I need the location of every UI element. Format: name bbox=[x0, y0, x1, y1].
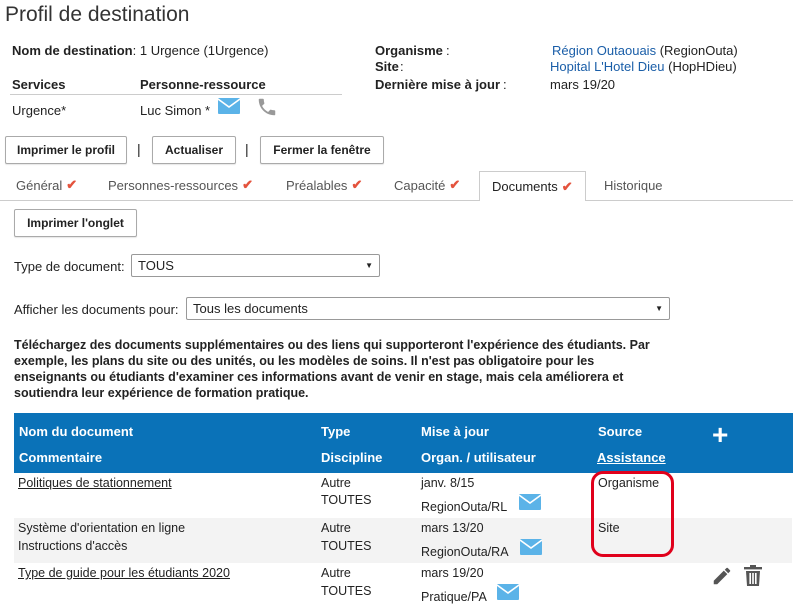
check-icon: ✔ bbox=[351, 177, 363, 192]
col-name: Nom du document bbox=[19, 424, 134, 439]
tab-general[interactable]: Général ✔ bbox=[16, 170, 77, 200]
tab-label: Préalables bbox=[286, 177, 348, 193]
site-link[interactable]: Hopital L'Hotel Dieu bbox=[550, 59, 665, 74]
site-label: Site bbox=[375, 59, 399, 74]
organisme-colon: : bbox=[446, 43, 450, 58]
document-link[interactable]: Type de guide pour les étudiants 2020 bbox=[18, 566, 230, 580]
doc-date: janv. 8/15 bbox=[421, 476, 475, 490]
col-org-user: Organ. / utilisateur bbox=[421, 450, 536, 465]
tab-label: Historique bbox=[604, 177, 663, 193]
print-tab-button[interactable]: Imprimer l'onglet bbox=[14, 209, 137, 237]
pencil-icon[interactable] bbox=[711, 565, 733, 587]
separator: | bbox=[137, 141, 141, 157]
destination-label: Nom de destination bbox=[12, 43, 133, 58]
col-discipline: Discipline bbox=[321, 450, 383, 465]
dropdown-arrow-icon: ▼ bbox=[655, 304, 663, 313]
type-select[interactable]: TOUS ▼ bbox=[131, 254, 380, 277]
col-source: Source bbox=[598, 424, 643, 439]
organisme-label: Organisme bbox=[375, 43, 443, 58]
close-window-button[interactable]: Fermer la fenêtre bbox=[260, 136, 384, 164]
contact-header: Personne-ressource bbox=[140, 77, 266, 92]
site-row: Hopital L'Hotel Dieu (HopHDieu) bbox=[550, 59, 737, 74]
add-document-button[interactable]: + bbox=[712, 421, 728, 449]
separator: | bbox=[245, 141, 249, 157]
doc-date: mars 19/20 bbox=[421, 566, 484, 580]
check-icon: ✔ bbox=[561, 178, 573, 194]
col-comment: Commentaire bbox=[19, 450, 103, 465]
tab-label: Général bbox=[16, 177, 63, 193]
doc-discipline: TOUTES bbox=[321, 493, 372, 507]
doc-comment: Instructions d'accès bbox=[18, 539, 128, 553]
instructions-text: Téléchargez des documents supplémentaire… bbox=[14, 338, 650, 400]
show-for-select-value: Tous les documents bbox=[193, 301, 308, 316]
trash-icon[interactable] bbox=[742, 564, 764, 588]
organisme-code: (RegionOuta) bbox=[656, 43, 738, 58]
services-divider bbox=[10, 94, 342, 95]
check-icon: ✔ bbox=[449, 177, 461, 192]
print-profile-button[interactable]: Imprimer le profil bbox=[5, 136, 127, 164]
refresh-button[interactable]: Actualiser bbox=[152, 136, 236, 164]
envelope-icon[interactable] bbox=[520, 539, 542, 555]
table-header bbox=[14, 413, 793, 473]
site-code: (HopHDieu) bbox=[664, 59, 737, 74]
update-label: Dernière mise à jour bbox=[375, 77, 500, 92]
doc-org-user: RegionOuta/RA bbox=[421, 545, 509, 559]
doc-type: Autre bbox=[321, 566, 351, 580]
update-value: mars 19/20 bbox=[550, 77, 616, 92]
update-colon: : bbox=[503, 77, 507, 92]
phone-icon[interactable] bbox=[256, 96, 278, 118]
page-title: Profil de destination bbox=[5, 3, 190, 26]
site-colon: : bbox=[400, 59, 404, 74]
tab-label: Documents bbox=[492, 179, 558, 194]
organisme-link[interactable]: Région Outaouais bbox=[552, 43, 656, 58]
doc-org-user: Pratique/PA bbox=[421, 590, 487, 604]
tab-documents[interactable]: Documents ✔ bbox=[479, 171, 586, 201]
envelope-icon[interactable] bbox=[218, 98, 240, 114]
highlight-box bbox=[591, 471, 674, 557]
show-for-label: Afficher les documents pour: bbox=[14, 302, 179, 317]
tab-capacite[interactable]: Capacité ✔ bbox=[394, 170, 460, 200]
tab-divider bbox=[0, 200, 793, 201]
show-for-select[interactable]: Tous les documents ▼ bbox=[186, 297, 670, 320]
col-updated: Mise à jour bbox=[421, 424, 489, 439]
envelope-icon[interactable] bbox=[497, 584, 519, 600]
check-icon: ✔ bbox=[66, 177, 78, 192]
tab-label: Capacité bbox=[394, 177, 446, 193]
doc-discipline: TOUTES bbox=[321, 539, 372, 553]
destination-value: : 1 Urgence (1Urgence) bbox=[132, 43, 269, 58]
organisme-row: Région Outaouais (RegionOuta) bbox=[552, 43, 738, 58]
doc-type: Autre bbox=[321, 476, 351, 490]
doc-org-user: RegionOuta/RL bbox=[421, 500, 508, 514]
contact-value: Luc Simon * bbox=[140, 103, 211, 118]
destination-row: Nom de destination: 1 Urgence (1Urgence) bbox=[12, 43, 268, 58]
type-label: Type de document: bbox=[14, 259, 125, 274]
tab-label: Personnes-ressources bbox=[108, 177, 239, 193]
col-assistance-link[interactable]: Assistance bbox=[597, 450, 666, 465]
document-link[interactable]: Politiques de stationnement bbox=[18, 476, 172, 490]
doc-discipline: TOUTES bbox=[321, 584, 372, 598]
tab-historique[interactable]: Historique bbox=[604, 170, 663, 200]
service-value: Urgence* bbox=[12, 103, 67, 118]
services-header: Services bbox=[12, 77, 66, 92]
document-link[interactable]: Système d'orientation en ligne bbox=[18, 521, 185, 535]
check-icon: ✔ bbox=[242, 177, 253, 192]
type-select-value: TOUS bbox=[138, 258, 174, 273]
doc-date: mars 13/20 bbox=[421, 521, 484, 535]
tab-prealables[interactable]: Préalables ✔ bbox=[286, 170, 362, 200]
doc-type: Autre bbox=[321, 521, 351, 535]
col-type: Type bbox=[321, 424, 351, 439]
envelope-icon[interactable] bbox=[519, 494, 541, 510]
tab-personnes-ressources[interactable]: Personnes-ressources ✔ bbox=[108, 170, 253, 200]
dropdown-arrow-icon: ▼ bbox=[365, 261, 373, 270]
